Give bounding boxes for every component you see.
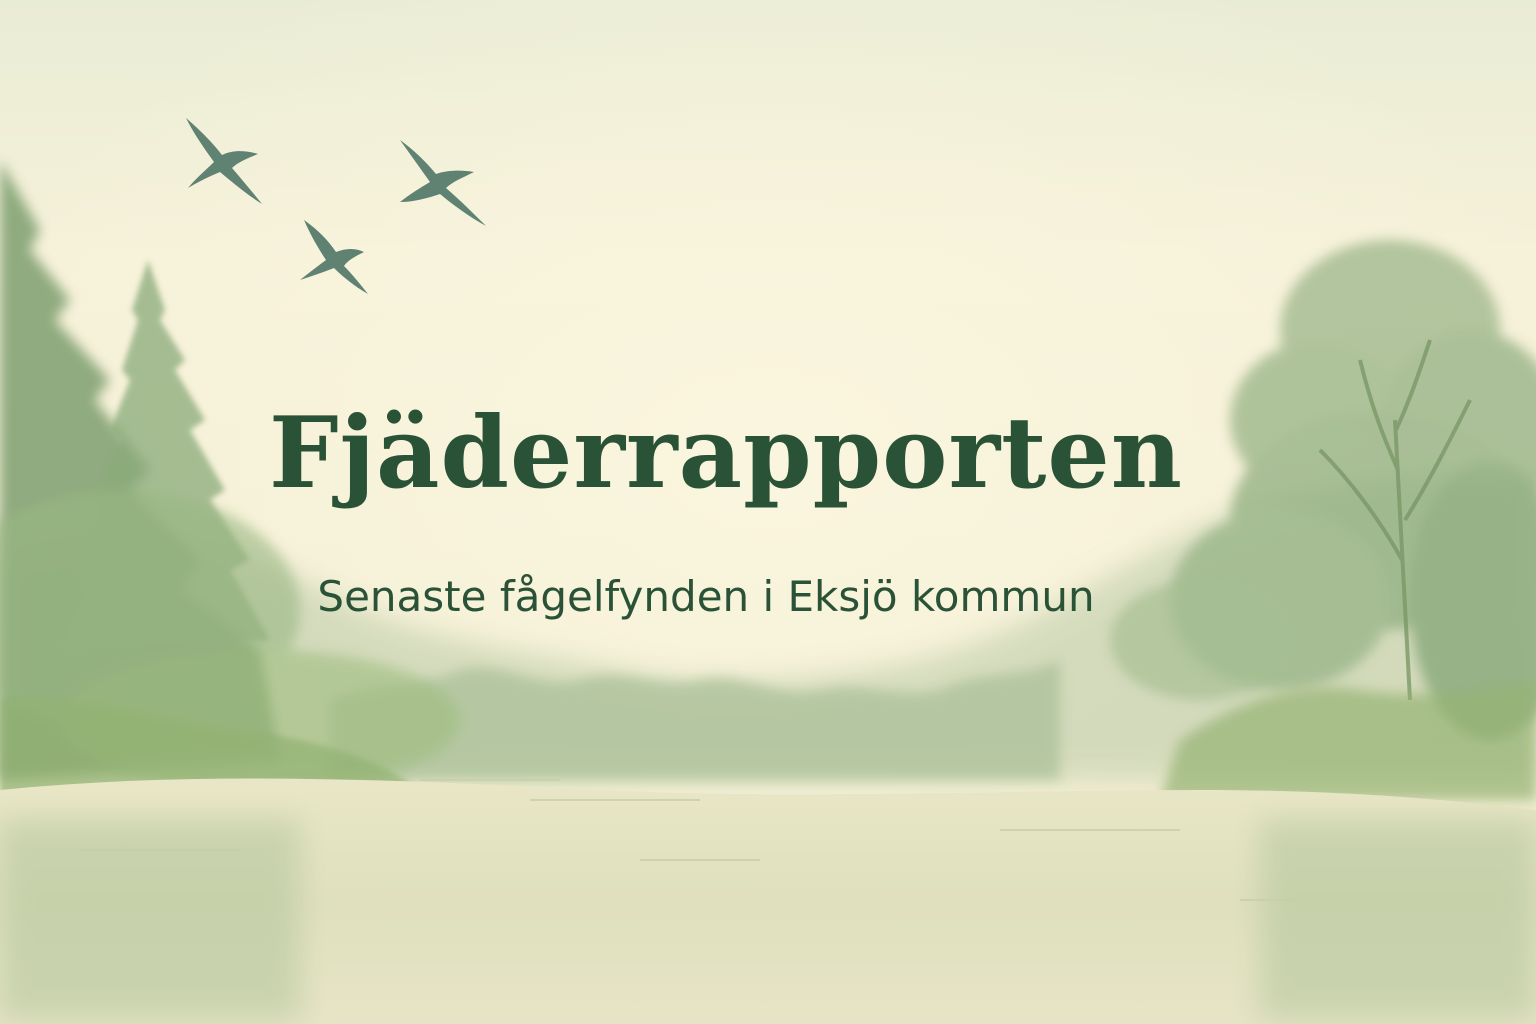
page-subtitle: Senaste fågelfynden i Eksjö kommun xyxy=(317,572,1095,621)
page-title: Fjäderrapporten xyxy=(268,396,1184,511)
lake xyxy=(0,778,1536,1024)
